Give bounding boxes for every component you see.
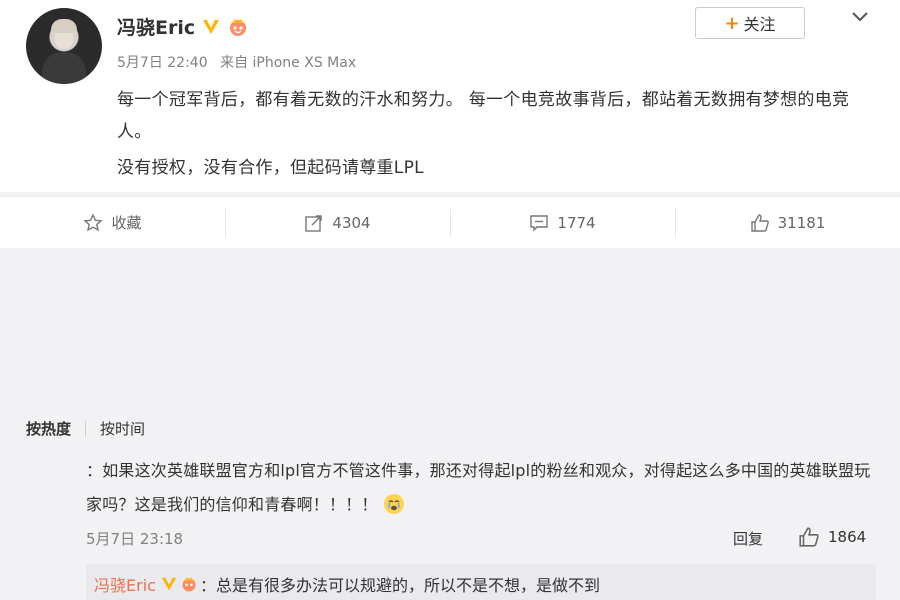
post-paragraph: 没有授权，没有合作，但起码请尊重LPL [117,158,424,178]
comment-like-count: 1864 [828,528,867,546]
post-card: 冯骁Eric 5月7日 22:40 来自 iPhone XS Max 每一个冠军… [0,0,900,192]
favorite-button[interactable]: 收藏 [0,197,225,248]
follow-button[interactable]: + 关注 [695,7,805,39]
comment-text: ：如果这次英雄联盟官方和lpl官方不管这件事，那还对得起lpl的粉丝和观众，对得… [86,454,876,522]
sort-by-hot-tab[interactable]: 按热度 [26,418,71,439]
avatar[interactable] [26,8,102,84]
thumbs-up-icon [750,213,769,232]
follow-label: 关注 [743,15,776,34]
repost-count: 4304 [332,213,371,232]
comments-section: 按热度 按时间 ：如果这次英雄联盟官方和lpl官方不管这件事，那还对得起lpl的… [0,404,900,600]
nested-reply: 冯骁Eric ：总是有很多办法可以规避的，所以不是不想，是做不到 [86,564,876,600]
sort-divider [85,420,87,437]
comment-button[interactable]: 1774 [450,197,675,248]
author-line: 冯骁Eric [117,13,249,40]
verified-icon [203,19,220,34]
comment-sort-bar: 按热度 按时间 [26,418,145,439]
vip-badge-icon [182,577,196,592]
repost-icon [305,214,323,232]
vip-badge-icon [230,18,247,36]
action-bar: 收藏 4304 1774 31181 [0,196,900,248]
reply-text: ：总是有很多办法可以规避的，所以不是不想，是做不到 [199,576,600,595]
comment-time: 5月7日 23:18 [86,530,184,548]
like-button[interactable]: 31181 [675,197,900,248]
favorite-label: 收藏 [111,214,142,232]
post-date[interactable]: 5月7日 22:40 [117,55,208,71]
post-paragraph: 每一个冠军背后，都有着无数的汗水和努力。 每一个电竞故事背后，都站着无数拥有梦想… [117,90,850,142]
reply-button[interactable]: 回复 [733,528,763,549]
post-source: 来自 iPhone XS Max [220,55,357,71]
like-count: 31181 [777,213,826,232]
repost-button[interactable]: 4304 [225,197,450,248]
comment-count: 1774 [557,213,596,232]
comment-icon [530,214,549,232]
chevron-down-icon[interactable] [850,9,870,25]
verified-icon [161,577,177,591]
crying-emoji-icon [383,494,404,514]
star-icon [83,212,104,231]
post-text: 每一个冠军背后，都有着无数的汗水和努力。 每一个电竞故事背后，都站着无数拥有梦想… [117,84,877,184]
comment-like-button[interactable]: 1864 [798,526,866,548]
reply-author[interactable]: 冯骁Eric [94,572,156,596]
comment-body: ：如果这次英雄联盟官方和lpl官方不管这件事，那还对得起lpl的粉丝和观众，对得… [86,461,871,514]
post-meta: 5月7日 22:40 来自 iPhone XS Max [117,52,356,72]
plus-icon: + [724,12,740,34]
author-name[interactable]: 冯骁Eric [117,13,195,40]
thumbs-up-icon [799,527,819,547]
sort-by-time-tab[interactable]: 按时间 [100,418,145,439]
